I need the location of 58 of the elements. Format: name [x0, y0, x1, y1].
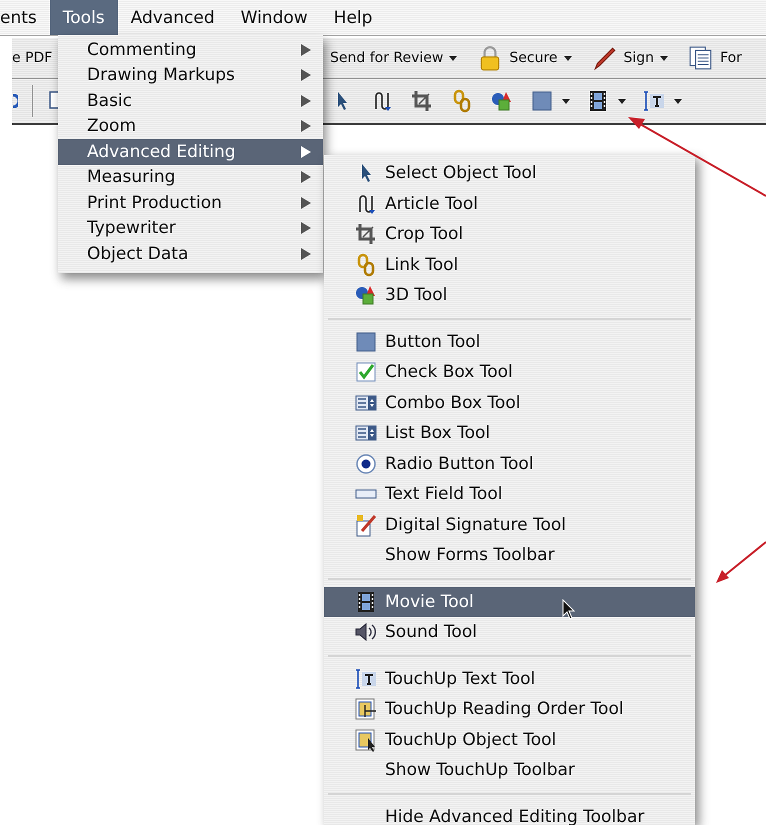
menu-item[interactable]: Show Forms Toolbar: [324, 540, 695, 570]
menu-item[interactable]: Radio Button Tool: [324, 448, 695, 479]
menu-item[interactable]: 3D Tool: [324, 280, 695, 310]
menu-item[interactable]: Crop Tool: [324, 219, 695, 250]
menu-item[interactable]: Measuring: [58, 164, 323, 190]
caret-icon[interactable]: [618, 98, 626, 104]
mouse-cursor-icon: [562, 598, 576, 620]
checkbox-icon[interactable]: [354, 360, 378, 384]
menu-bar-item[interactable]: Help: [320, 0, 386, 35]
caret-icon[interactable]: [564, 56, 572, 60]
menu-bar-item[interactable]: Tools: [50, 0, 118, 35]
menu-item[interactable]: Typewriter: [58, 216, 323, 241]
menu-bar-item[interactable]: ents: [0, 0, 50, 35]
caret-icon[interactable]: [449, 56, 458, 60]
toolbar-button[interactable]: Secure: [467, 41, 582, 75]
menu-item[interactable]: Show TouchUp Toolbar: [324, 755, 695, 786]
menu-item[interactable]: Sound Tool: [324, 617, 695, 648]
text-cursor-icon[interactable]: [642, 89, 666, 113]
radio-button-icon[interactable]: [354, 452, 378, 476]
toolbar-button[interactable]: Sign: [582, 41, 678, 75]
menu-item[interactable]: TouchUp Reading Order Tool: [324, 694, 695, 724]
toolbar-button[interactable]: For: [678, 41, 752, 75]
menu-item[interactable]: Advanced Editing: [58, 139, 323, 164]
pen-icon[interactable]: [592, 45, 618, 71]
toolbar-button[interactable]: Send for Review: [330, 41, 468, 75]
document-stack-icon[interactable]: [688, 45, 714, 71]
annotation-arrow: [716, 541, 766, 583]
menu-item[interactable]: Drawing Markups: [58, 62, 323, 88]
menu-item[interactable]: Button Tool: [324, 326, 695, 357]
pen-signature-icon[interactable]: [354, 512, 378, 537]
page-order-icon[interactable]: [354, 697, 378, 722]
menu-item[interactable]: TouchUp Text Tool: [324, 664, 695, 694]
caret-icon[interactable]: [674, 98, 682, 104]
menu-item[interactable]: Hide Advanced Editing Toolbar: [324, 802, 695, 825]
menu-bar-item[interactable]: Advanced: [118, 0, 228, 35]
menu-item[interactable]: List Box Tool: [324, 418, 695, 448]
caret-icon[interactable]: [660, 56, 668, 60]
menu-item[interactable]: Article Tool: [324, 188, 695, 219]
square-button-icon[interactable]: [354, 330, 378, 354]
menu-item[interactable]: Link Tool: [324, 250, 695, 280]
menu-item[interactable]: Basic: [58, 88, 323, 114]
menu-item[interactable]: TouchUp Object Tool: [324, 724, 695, 755]
menu-item[interactable]: Movie Tool: [324, 586, 695, 617]
menu-bar-item[interactable]: Window: [228, 0, 321, 35]
text-cursor-icon[interactable]: [354, 666, 378, 691]
menu-item[interactable]: Commenting: [58, 37, 323, 62]
menu-item[interactable]: Digital Signature Tool: [324, 510, 695, 540]
caret-icon[interactable]: [562, 98, 570, 104]
menu-item[interactable]: Check Box Tool: [324, 357, 695, 388]
menu-item[interactable]: Combo Box Tool: [324, 388, 695, 418]
page-select-icon[interactable]: [354, 728, 378, 752]
menu-item[interactable]: Print Production: [58, 190, 323, 216]
menu-item[interactable]: Text Field Tool: [324, 479, 695, 510]
crop-icon[interactable]: [354, 222, 378, 246]
crop-icon[interactable]: [410, 89, 434, 113]
menu-item[interactable]: Select Object Tool: [324, 158, 695, 188]
square-button-icon[interactable]: [530, 89, 554, 113]
menu-item[interactable]: Object Data: [58, 241, 323, 266]
